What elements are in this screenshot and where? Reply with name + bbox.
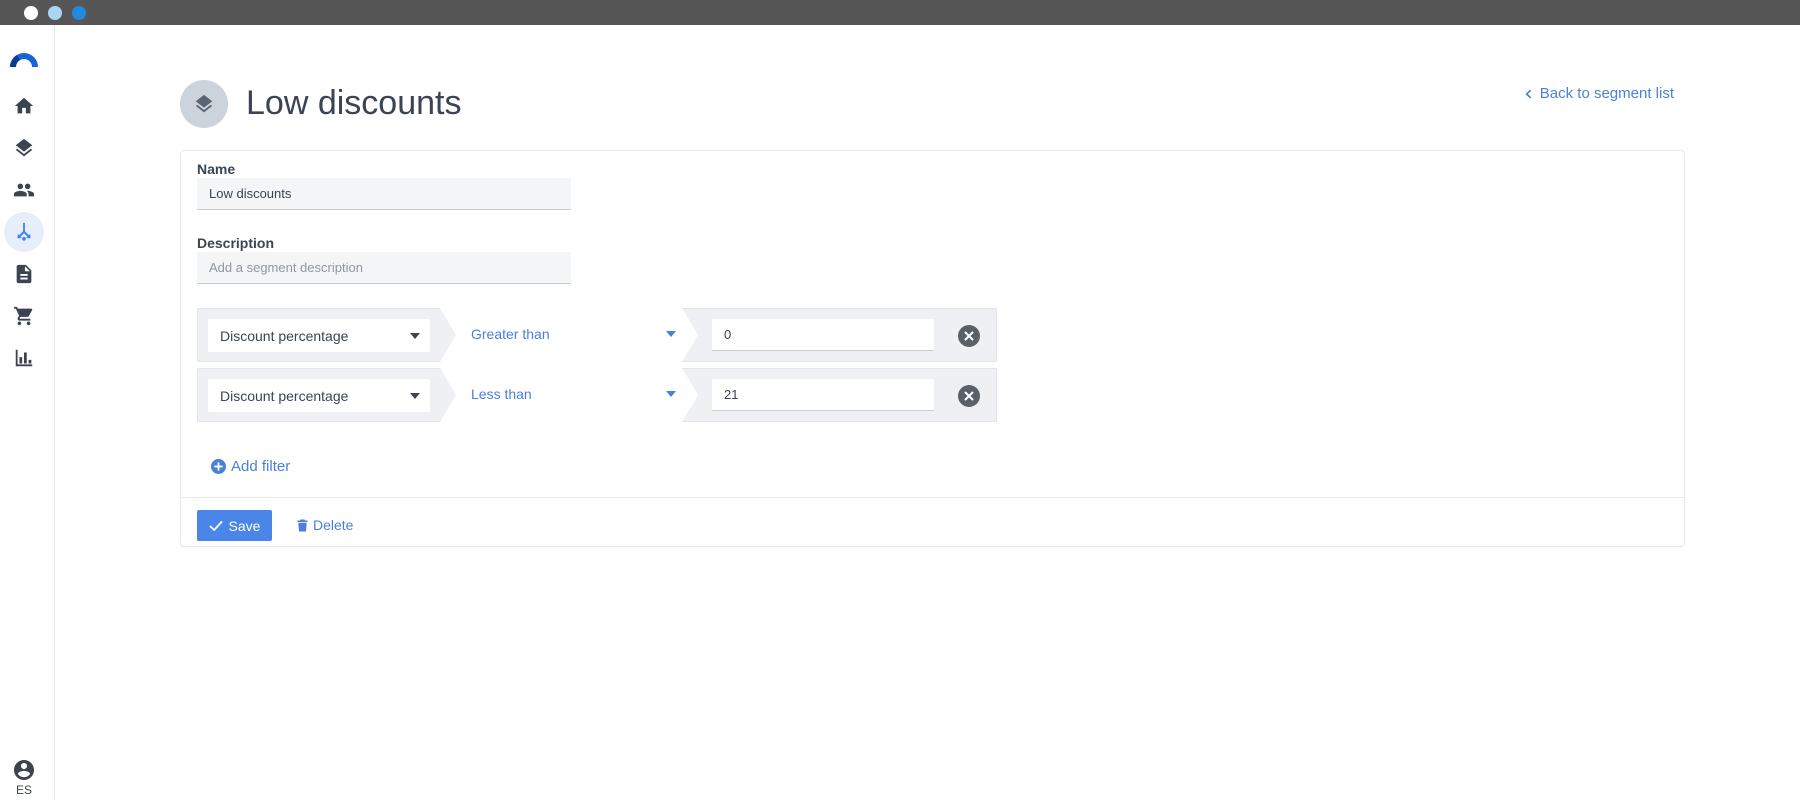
filter-operator-select[interactable]: Greater than [471,326,550,342]
back-link-label: Back to segment list [1539,85,1674,102]
name-input[interactable] [197,178,571,210]
sidebar-item-reports[interactable] [4,338,44,378]
window-minimize-dot[interactable] [48,6,62,20]
delete-label: Delete [313,517,354,533]
save-button[interactable]: Save [197,510,272,541]
page-title: Low discounts [246,84,462,122]
sidebar-item-home[interactable] [4,86,44,126]
back-to-segment-list-link[interactable]: Back to segment list [1522,85,1674,102]
sidebar-item-layers[interactable] [4,128,44,168]
caret-down-icon [666,331,676,337]
caret-down-icon [666,391,676,397]
sidebar: ES [0,25,55,800]
close-icon [964,391,974,401]
account-circle-icon [14,760,34,780]
delete-button[interactable]: Delete [297,517,353,533]
sidebar-item-people[interactable] [4,170,44,210]
filter-field-select[interactable]: Discount percentage [208,319,430,352]
cart-icon [13,306,33,326]
window-titlebar [0,0,1800,25]
remove-filter-button[interactable] [958,325,980,347]
user-menu[interactable]: ES [6,758,42,797]
add-filter-label: Add filter [231,458,291,475]
add-filter-button[interactable]: Add filter [211,458,290,475]
caret-down-icon [410,393,420,399]
close-icon [964,331,974,341]
segment-form-card: Name Description Discount percentage Gre… [180,150,1685,547]
trash-icon [297,519,308,531]
filter-field-value: Discount percentage [220,327,349,344]
form-actions: Save Delete [181,497,1684,547]
filter-value-input[interactable] [712,379,934,411]
sidebar-item-segments[interactable] [4,212,44,252]
caret-down-icon [410,333,420,339]
window-close-dot[interactable] [24,6,38,20]
people-icon [13,183,35,197]
filter-field-value: Discount percentage [220,387,349,404]
filter-operator-select[interactable]: Less than [471,386,532,402]
layers-icon [195,94,213,113]
filter-row: Discount percentage Less than [197,368,997,422]
layers-icon [15,138,33,157]
filter-field-select[interactable]: Discount percentage [208,379,430,412]
remove-filter-button[interactable] [958,385,980,407]
window-maximize-dot[interactable] [72,6,86,20]
check-icon [209,520,222,531]
save-label: Save [228,517,261,534]
segment-branch-icon [17,222,31,241]
sidebar-item-documents[interactable] [4,254,44,294]
home-icon [14,97,34,114]
filter-value-input[interactable] [712,319,934,351]
user-initials: ES [15,783,32,797]
bar-chart-icon [15,349,33,367]
description-label: Description [197,235,275,251]
name-label: Name [197,161,236,177]
sidebar-item-orders[interactable] [4,296,44,336]
chevron-left-icon [1525,89,1531,98]
filter-row: Discount percentage Greater than [197,308,997,362]
document-icon [16,264,32,284]
app-logo-icon[interactable] [8,45,40,77]
page-header-icon [180,80,228,128]
description-input[interactable] [197,252,571,284]
add-circle-icon [211,459,226,474]
